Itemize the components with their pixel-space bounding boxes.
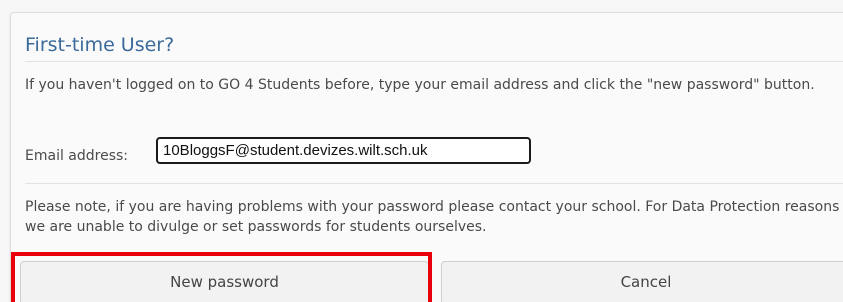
- new-password-button[interactable]: New password: [20, 261, 429, 302]
- dialog-title: First-time User?: [25, 34, 175, 56]
- intro-text: If you haven't logged on to GO 4 Student…: [25, 77, 815, 93]
- password-note: Please note, if you are having problems …: [25, 199, 840, 235]
- title-divider: [25, 61, 843, 62]
- cancel-button[interactable]: Cancel: [441, 261, 843, 302]
- email-label: Email address:: [25, 148, 129, 164]
- first-time-user-dialog: First-time User? If you haven't logged o…: [10, 12, 843, 302]
- email-input[interactable]: [156, 137, 531, 164]
- form-divider: [25, 183, 843, 184]
